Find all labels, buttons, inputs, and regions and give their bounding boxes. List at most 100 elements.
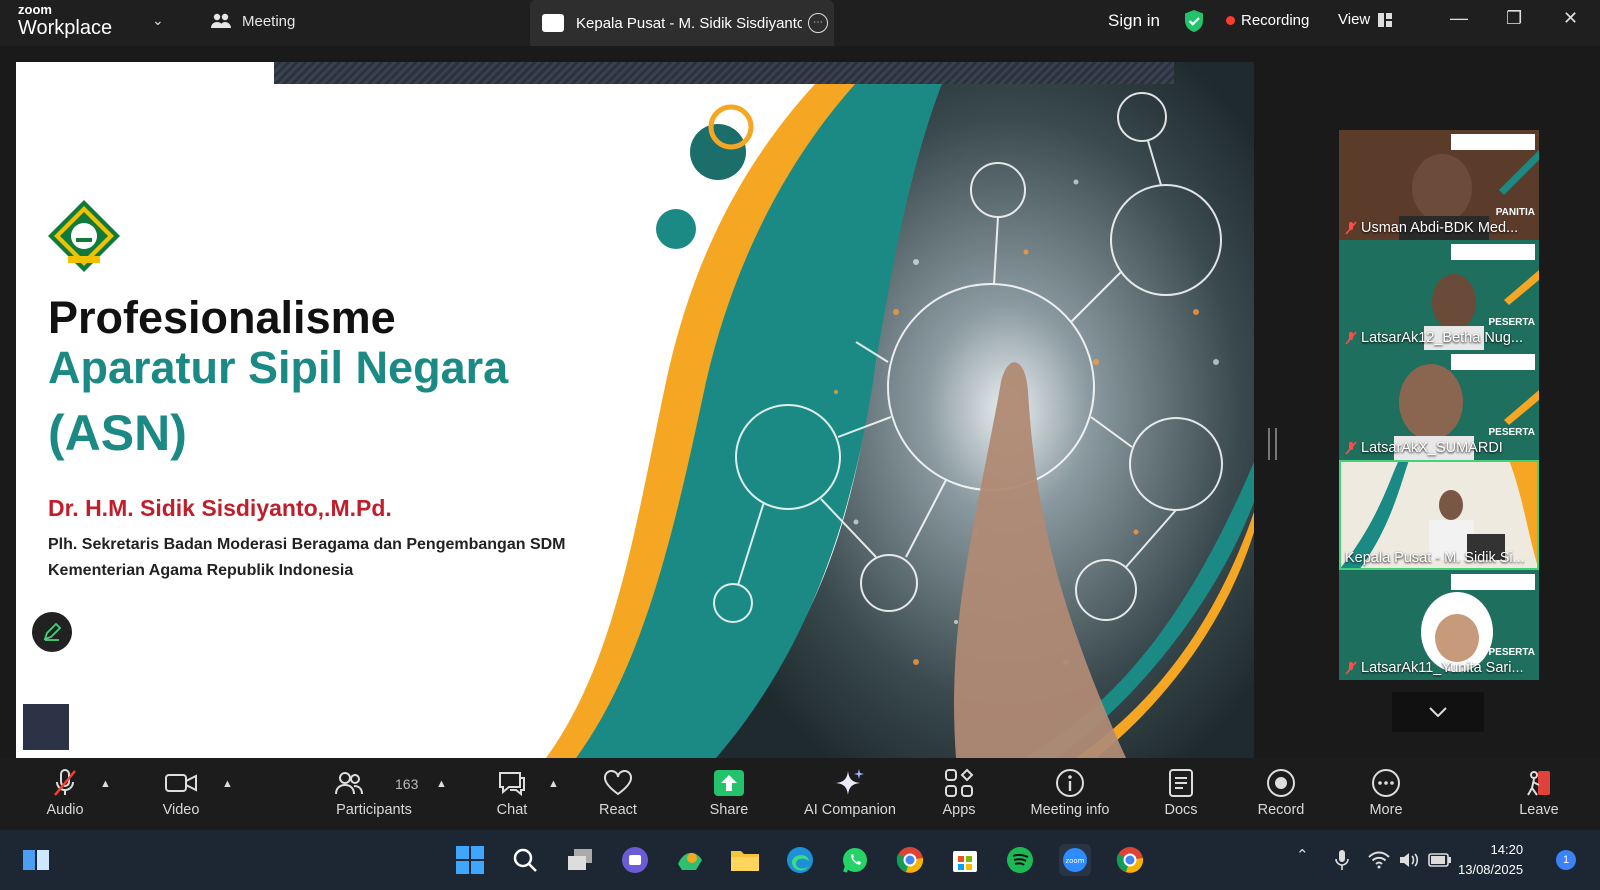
slide-title-line3: (ASN)	[48, 405, 187, 461]
participants-options-caret-icon[interactable]: ▲	[436, 778, 447, 790]
whatsapp-icon[interactable]	[839, 844, 871, 876]
participant-name-label: LatsarAkX_SUMARDI	[1345, 440, 1503, 456]
participant-tile[interactable]: PESERTA LatsarAk11_Yunita Sari...	[1339, 570, 1539, 680]
apps-button[interactable]: Apps	[904, 766, 1014, 818]
slide-role-line2: Kementerian Agama Republik Indonesia	[48, 562, 354, 579]
task-view-icon[interactable]	[564, 844, 596, 876]
participant-name: Kepala Pusat - M. Sidik Si...	[1345, 550, 1525, 566]
chrome-profile-icon[interactable]	[1114, 844, 1146, 876]
view-button[interactable]: View	[1338, 11, 1393, 28]
show-hidden-icons-icon[interactable]: ⌃	[1296, 846, 1309, 864]
search-icon[interactable]	[509, 844, 541, 876]
participant-name-label: LatsarAk11_Yunita Sari...	[1345, 660, 1524, 676]
video-options-caret-icon[interactable]: ▲	[222, 778, 233, 790]
participant-tile[interactable]: PESERTA LatsarAkX_SUMARDI	[1339, 350, 1539, 460]
svg-text:zoom: zoom	[1065, 857, 1084, 865]
chat-button[interactable]: Chat	[457, 766, 567, 818]
mic-muted-icon	[54, 769, 76, 796]
participants-button[interactable]: Participants	[319, 766, 429, 818]
people-icon	[211, 13, 231, 28]
mic-muted-icon	[1345, 441, 1357, 455]
tab-title: Kepala Pusat - M. Sidik Sisdiyantc	[576, 14, 802, 32]
windows-start-icon[interactable]	[454, 844, 486, 876]
microsoft-store-icon[interactable]	[949, 844, 981, 876]
panel-resize-handle[interactable]	[1268, 428, 1277, 460]
tab-shared-screen[interactable]: Kepala Pusat - M. Sidik Sisdiyantc ⋯	[530, 0, 834, 46]
more-button[interactable]: More	[1331, 766, 1441, 818]
title-bar: zoom Workplace ⌄ Meeting Kepala Pusat - …	[0, 0, 1600, 46]
file-explorer-icon[interactable]	[729, 844, 761, 876]
more-label: More	[1369, 802, 1403, 818]
tab-favicon-icon	[542, 14, 564, 32]
ai-companion-button[interactable]: AI Companion	[795, 766, 905, 818]
participant-tile[interactable]: PESERTA LatsarAk12_Betha Nug...	[1339, 240, 1539, 350]
participant-name-label: Usman Abdi-BDK Med...	[1345, 220, 1518, 236]
record-icon	[1267, 769, 1295, 797]
meeting-info-label: Meeting info	[1030, 802, 1110, 818]
leave-icon	[1527, 771, 1550, 796]
leave-button[interactable]: Leave	[1484, 766, 1594, 818]
meeting-tab[interactable]: Meeting	[210, 12, 295, 30]
more-icon[interactable]: ⋯	[808, 13, 828, 33]
chat-icon	[499, 772, 525, 797]
video-label: Video	[162, 802, 200, 818]
mic-muted-icon	[1345, 661, 1357, 675]
annotate-button[interactable]	[32, 612, 72, 652]
kemenag-logo	[48, 200, 120, 272]
widgets-icon[interactable]	[20, 844, 52, 876]
react-button[interactable]: React	[563, 766, 673, 818]
participant-name: LatsarAk11_Yunita Sari...	[1361, 660, 1524, 676]
spotify-icon[interactable]	[1004, 844, 1036, 876]
leave-label: Leave	[1519, 802, 1559, 818]
chevron-down-icon[interactable]: ⌄	[152, 12, 164, 29]
slide-thumbnail[interactable]	[23, 704, 69, 750]
minimize-icon[interactable]: —	[1450, 8, 1468, 29]
participant-name: Usman Abdi-BDK Med...	[1361, 220, 1519, 236]
share-screen-icon	[714, 770, 744, 796]
slide-author: Dr. H.M. Sidik Sisdiyanto,.M.Pd.	[48, 495, 392, 521]
participant-name-label: LatsarAk12_Betha Nug...	[1345, 330, 1523, 346]
share-button[interactable]: Share	[674, 766, 784, 818]
chat-app-icon[interactable]	[619, 844, 651, 876]
brand-small: zoom	[18, 2, 52, 17]
network-photo	[546, 62, 1254, 758]
volume-icon[interactable]	[1393, 844, 1425, 876]
zoom-workplace-logo: zoom Workplace	[18, 3, 112, 38]
heart-icon	[604, 770, 632, 796]
close-icon[interactable]: ✕	[1563, 8, 1578, 29]
chat-options-caret-icon[interactable]: ▲	[548, 778, 559, 790]
clock-time: 14:20	[1490, 842, 1524, 857]
wifi-icon[interactable]	[1363, 844, 1395, 876]
info-icon	[1056, 769, 1084, 797]
chrome-icon[interactable]	[894, 844, 926, 876]
audio-options-caret-icon[interactable]: ▲	[100, 778, 111, 790]
edge-browser-icon[interactable]	[784, 844, 816, 876]
microphone-icon[interactable]	[1326, 844, 1358, 876]
record-button[interactable]: Record	[1226, 766, 1336, 818]
recording-label: Recording	[1241, 12, 1310, 29]
video-button[interactable]: Video	[126, 766, 236, 818]
recording-indicator[interactable]: Recording	[1226, 12, 1309, 29]
participant-name: LatsarAkX_SUMARDI	[1361, 440, 1503, 456]
sign-in-link[interactable]: Sign in	[1108, 11, 1160, 31]
notification-badge[interactable]: 1	[1556, 850, 1576, 870]
docs-button[interactable]: Docs	[1126, 766, 1236, 818]
participant-gallery: PANITIA Usman Abdi-BDK Med... PESERTA La…	[1339, 130, 1539, 680]
battery-icon[interactable]	[1424, 844, 1456, 876]
participant-tile[interactable]: PANITIA Usman Abdi-BDK Med...	[1339, 130, 1539, 240]
photos-app-icon[interactable]	[674, 844, 706, 876]
zoom-app-icon[interactable]: zoom	[1059, 844, 1091, 876]
participant-tile-active-speaker[interactable]: Kepala Pusat - M. Sidik Si...	[1339, 460, 1539, 570]
restore-icon[interactable]: ❐	[1506, 8, 1522, 29]
system-clock[interactable]: 14:20 13/08/2025	[1458, 840, 1523, 880]
gallery-scroll-down-button[interactable]	[1392, 692, 1484, 732]
slide-title-line1: Profesionalisme	[48, 292, 396, 343]
mic-muted-icon	[1345, 221, 1357, 235]
pencil-icon	[43, 622, 62, 641]
meeting-info-button[interactable]: Meeting info	[1015, 766, 1125, 818]
participant-tag: PESERTA	[1488, 317, 1536, 328]
shield-icon[interactable]	[1183, 9, 1205, 33]
audio-button[interactable]: Audio	[10, 766, 120, 818]
video-camera-icon	[165, 774, 197, 792]
docs-label: Docs	[1164, 802, 1198, 818]
